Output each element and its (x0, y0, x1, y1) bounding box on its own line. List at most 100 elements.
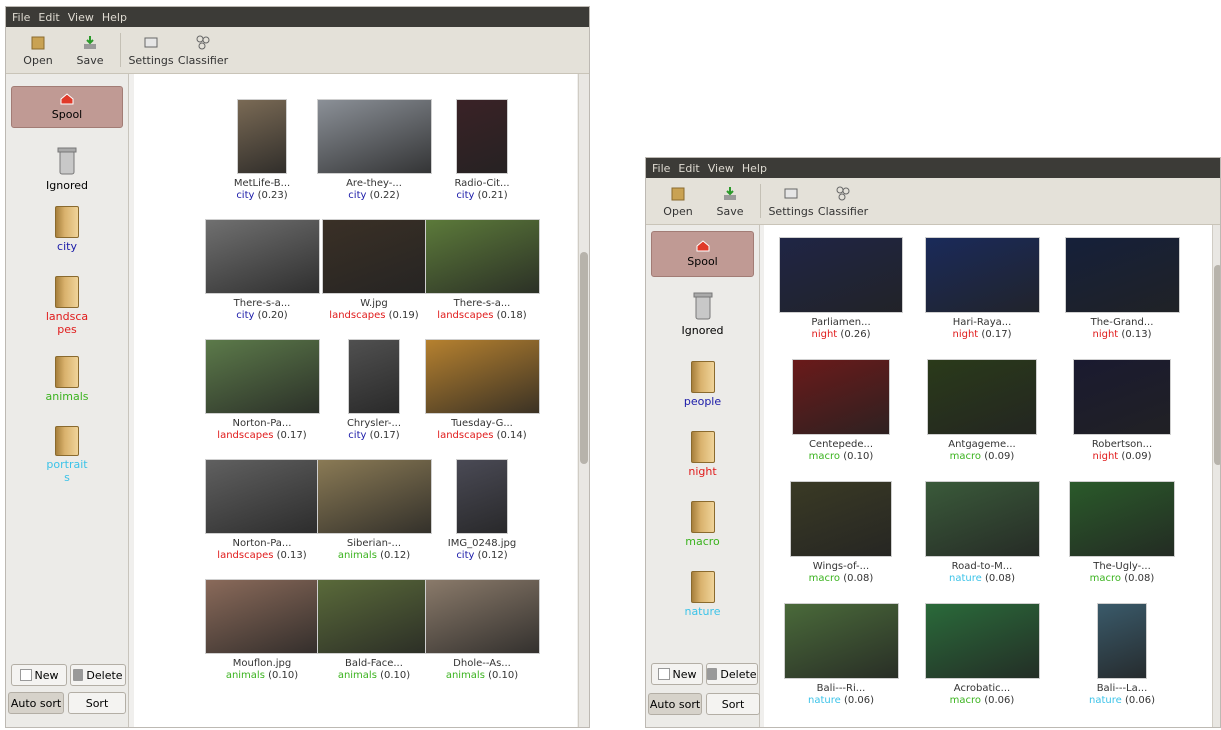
sidebar-item-people[interactable]: people (646, 361, 759, 417)
image-thumbnail[interactable] (456, 99, 508, 174)
image-item[interactable]: Hari-Raya... night (0.17) (912, 237, 1052, 341)
save-button[interactable]: Save (64, 27, 116, 71)
menu-edit[interactable]: Edit (678, 162, 699, 175)
sidebar-item-spool[interactable]: Spool (651, 231, 754, 277)
image-item[interactable]: Wings-of-... macro (0.08) (771, 481, 911, 585)
image-filename: There-s-a... (233, 298, 291, 309)
sidebar-item-label: nature (684, 605, 721, 618)
menu-help[interactable]: Help (742, 162, 767, 175)
confidence-score: (0.22) (366, 190, 400, 201)
open-button[interactable]: Open (652, 178, 704, 222)
image-thumbnail[interactable] (927, 359, 1037, 435)
new-button[interactable]: New (11, 664, 67, 686)
image-thumbnail[interactable] (424, 579, 540, 654)
image-thumbnail[interactable] (924, 481, 1040, 557)
image-thumbnail[interactable] (237, 99, 287, 174)
classifier-button[interactable]: Classifier (177, 27, 229, 71)
image-thumbnail[interactable] (1064, 237, 1180, 313)
sidebar-item-spool[interactable]: Spool (11, 86, 123, 128)
open-button[interactable]: Open (12, 27, 64, 71)
sidebar-item-animals[interactable]: animals (6, 356, 128, 404)
classifier-icon (194, 33, 212, 51)
sidebar-item-night[interactable]: night (646, 431, 759, 487)
image-thumbnail[interactable] (204, 339, 320, 414)
toolbar-separator (760, 184, 761, 218)
menu-edit[interactable]: Edit (38, 11, 59, 24)
scrollbar-thumb[interactable] (580, 252, 588, 464)
confidence-score: (0.09) (1118, 451, 1152, 462)
save-button[interactable]: Save (704, 178, 756, 222)
sidebar-item-portraits[interactable]: portraits (6, 426, 128, 484)
image-thumbnail[interactable] (321, 219, 427, 294)
image-thumbnail[interactable] (1097, 603, 1147, 679)
category-label: macro (808, 573, 841, 584)
delete-button[interactable]: Delete (706, 663, 758, 685)
image-thumbnail[interactable] (424, 339, 540, 414)
vertical-scrollbar[interactable] (578, 74, 589, 727)
image-thumbnail[interactable] (924, 237, 1040, 313)
vertical-scrollbar[interactable] (1212, 225, 1220, 727)
menu-file[interactable]: File (652, 162, 670, 175)
image-item[interactable]: Acrobatic... macro (0.06) (912, 603, 1052, 707)
category-label: city (456, 550, 475, 561)
menu-view[interactable]: View (68, 11, 94, 24)
image-caption: Wings-of-... macro (0.08) (809, 561, 874, 585)
image-item[interactable]: Robertson... night (0.09) (1052, 359, 1192, 463)
image-item[interactable]: The-Ugly-... macro (0.08) (1052, 481, 1192, 585)
image-thumbnail[interactable] (1069, 481, 1175, 557)
classifier-button[interactable]: Classifier (817, 178, 869, 222)
menu-help[interactable]: Help (102, 11, 127, 24)
menu-view[interactable]: View (708, 162, 734, 175)
image-item[interactable]: Dhole--As... animals (0.10) (412, 579, 552, 682)
sidebar-item-label: macro (685, 535, 720, 548)
sidebar-item-nature[interactable]: nature (646, 571, 759, 631)
scrollbar-thumb[interactable] (1214, 265, 1220, 465)
category-label: city (348, 190, 367, 201)
confidence-score: (0.23) (254, 190, 288, 201)
image-thumbnail[interactable] (204, 579, 320, 654)
new-button[interactable]: New (651, 663, 703, 685)
image-thumbnail[interactable] (779, 237, 903, 313)
sidebar-item-city[interactable]: city (6, 206, 128, 254)
image-thumbnail[interactable] (424, 219, 540, 294)
image-item[interactable]: Antgageme... macro (0.09) (912, 359, 1052, 463)
image-thumbnail[interactable] (924, 603, 1040, 679)
auto-sort-button[interactable]: Auto sort (8, 692, 64, 714)
image-item[interactable]: Tuesday-G... landscapes (0.14) (412, 339, 552, 442)
image-item[interactable]: The-Grand... night (0.13) (1052, 237, 1192, 341)
category-label: nature (948, 573, 982, 584)
image-thumbnail[interactable] (792, 359, 890, 435)
image-thumbnail[interactable] (783, 603, 899, 679)
sidebar-item-ignored[interactable]: Ignored (6, 146, 128, 198)
auto-sort-button[interactable]: Auto sort (648, 693, 702, 715)
image-item[interactable]: Bali---La... nature (0.06) (1052, 603, 1192, 707)
image-item[interactable]: Parliamen... night (0.26) (771, 237, 911, 341)
sort-button[interactable]: Sort (68, 692, 126, 714)
image-caption: Bali---La... nature (0.06) (1089, 683, 1155, 707)
settings-icon (142, 33, 160, 51)
sidebar-item-ignored[interactable]: Ignored (646, 291, 759, 343)
image-caption: Chrysler-... city (0.17) (347, 418, 401, 442)
image-item[interactable]: IMG_0248.jpg city (0.12) (412, 459, 552, 562)
image-item[interactable]: Bali---Ri... nature (0.06) (771, 603, 911, 707)
image-thumbnail[interactable] (204, 219, 320, 294)
settings-button[interactable]: Settings (125, 27, 177, 71)
settings-label: Settings (768, 205, 814, 218)
menu-file[interactable]: File (12, 11, 30, 24)
image-item[interactable]: Road-to-M... nature (0.08) (912, 481, 1052, 585)
image-thumbnail[interactable] (790, 481, 892, 557)
image-thumbnail[interactable] (204, 459, 320, 534)
delete-button[interactable]: Delete (70, 664, 126, 686)
sidebar-item-macro[interactable]: macro (646, 501, 759, 557)
sidebar-item-landscapes[interactable]: landscapes (6, 276, 128, 338)
image-thumbnail[interactable] (1073, 359, 1171, 435)
category-label: landscapes (329, 310, 386, 321)
image-item[interactable]: There-s-a... landscapes (0.18) (412, 219, 552, 322)
image-item[interactable]: Radio-Cit... city (0.21) (412, 99, 552, 202)
image-thumbnail[interactable] (348, 339, 400, 414)
image-item[interactable]: Centepede... macro (0.10) (771, 359, 911, 463)
image-thumbnail[interactable] (456, 459, 508, 534)
confidence-score: (0.08) (1121, 573, 1155, 584)
settings-button[interactable]: Settings (765, 178, 817, 222)
sort-button[interactable]: Sort (706, 693, 760, 715)
